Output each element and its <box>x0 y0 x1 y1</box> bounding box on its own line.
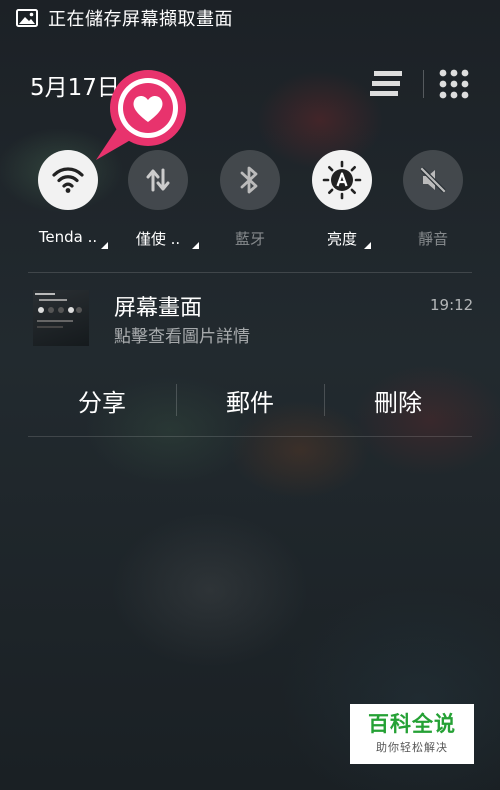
delete-button[interactable]: 刪除 <box>324 370 472 430</box>
toggle-mobile-data[interactable]: 僅使 .. <box>113 150 203 250</box>
header-divider <box>423 70 424 98</box>
screenshot-thumbnail <box>33 290 89 346</box>
watermark-title: 百科全说 <box>368 711 456 736</box>
image-icon <box>16 9 38 27</box>
mute-icon <box>420 167 446 193</box>
data-transfer-icon <box>146 168 170 192</box>
toggle-brightness[interactable]: 亮度 <box>297 150 387 250</box>
email-button[interactable]: 郵件 <box>176 370 324 430</box>
expand-indicator-icon <box>192 242 199 249</box>
bluetooth-icon <box>240 166 258 194</box>
notification-actions: 分享 郵件 刪除 <box>28 370 472 430</box>
toggle-wifi[interactable]: Tenda .. <box>23 150 113 250</box>
toggle-bluetooth[interactable]: 藍牙 <box>205 150 295 250</box>
quick-settings-toggles: Tenda .. 僅使 .. 藍牙 亮度 靜音 <box>0 150 500 260</box>
watermark-logo: 百科全说 助你轻松解决 <box>350 704 474 764</box>
toggle-label: Tenda .. <box>38 228 98 246</box>
watermark-subtitle: 助你轻松解决 <box>376 741 448 755</box>
expand-indicator-icon <box>364 242 371 249</box>
notification-title: 屏幕畫面 <box>114 296 203 321</box>
notification-subtitle: 點擊查看圖片詳情 <box>114 327 250 347</box>
divider <box>28 436 472 437</box>
status-bar: 正在儲存屏幕擷取畫面 <box>0 0 500 36</box>
share-button[interactable]: 分享 <box>28 370 176 430</box>
brightness-auto-icon <box>322 160 362 200</box>
toggle-label: 僅使 .. <box>135 230 181 248</box>
notification-time: 19:12 <box>430 296 474 314</box>
grid-icon[interactable] <box>438 68 470 100</box>
expand-indicator-icon <box>101 242 108 249</box>
toggle-label: 靜音 <box>417 230 448 248</box>
toggle-label: 藍牙 <box>234 230 265 248</box>
toggle-label: 亮度 <box>326 230 357 248</box>
toggle-mute[interactable]: 靜音 <box>388 150 478 250</box>
list-icon[interactable] <box>370 70 404 98</box>
status-text: 正在儲存屏幕擷取畫面 <box>48 9 233 30</box>
wifi-icon <box>52 167 84 193</box>
divider <box>28 272 472 273</box>
screenshot-notification[interactable]: 屏幕畫面 點擊查看圖片詳情 19:12 <box>0 282 500 362</box>
